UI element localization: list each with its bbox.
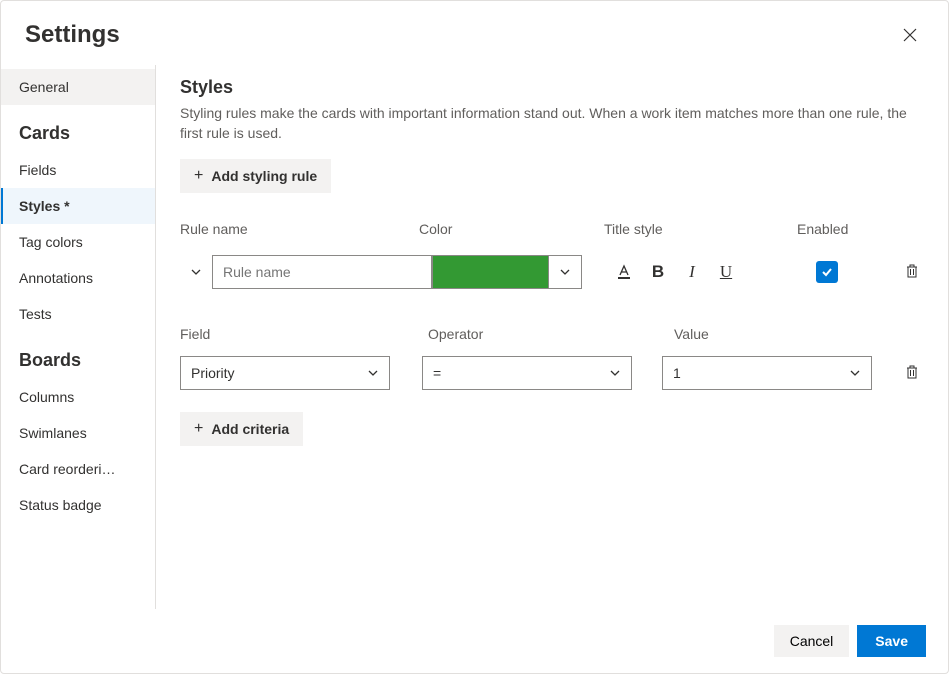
delete-rule-button[interactable] <box>900 259 924 286</box>
add-criteria-button[interactable]: + Add criteria <box>180 412 303 446</box>
save-button[interactable]: Save <box>857 625 926 657</box>
field-dropdown[interactable]: Priority <box>180 356 390 390</box>
chevron-down-icon <box>190 266 202 278</box>
operator-dropdown[interactable]: = <box>422 356 632 390</box>
sidebar-group-cards: Cards <box>1 105 155 152</box>
cancel-button[interactable]: Cancel <box>774 625 850 657</box>
close-button[interactable] <box>896 21 924 49</box>
sidebar-item-fields[interactable]: Fields <box>1 152 155 188</box>
add-styling-rule-button[interactable]: + Add styling rule <box>180 159 331 193</box>
bold-button[interactable]: B <box>646 260 670 284</box>
rule-name-input[interactable] <box>212 255 432 289</box>
chevron-down-icon <box>367 367 379 379</box>
value-value: 1 <box>673 365 681 381</box>
sidebar-item-tests[interactable]: Tests <box>1 296 155 332</box>
col-value: Value <box>674 326 894 342</box>
sidebar-item-styles[interactable]: Styles * <box>1 188 155 224</box>
underline-button[interactable]: U <box>714 260 738 284</box>
col-color: Color <box>419 221 604 237</box>
rule-row: B I U <box>180 237 924 304</box>
checkmark-icon <box>820 265 834 279</box>
sidebar: General Cards Fields Styles * Tag colors… <box>1 65 156 609</box>
font-color-icon <box>615 263 633 281</box>
dialog-title: Settings <box>25 21 120 49</box>
col-rule-name: Rule name <box>180 221 419 237</box>
trash-icon <box>904 364 920 380</box>
sidebar-item-tag-colors[interactable]: Tag colors <box>1 224 155 260</box>
section-heading: Styles <box>180 77 924 98</box>
add-styling-rule-label: Add styling rule <box>211 168 317 184</box>
chevron-down-icon <box>559 266 571 278</box>
plus-icon: + <box>194 167 203 185</box>
value-dropdown[interactable]: 1 <box>662 356 872 390</box>
sidebar-item-status-badge[interactable]: Status badge <box>1 487 155 523</box>
add-criteria-label: Add criteria <box>211 421 289 437</box>
color-dropdown-button[interactable] <box>548 255 582 289</box>
main-panel: Styles Styling rules make the cards with… <box>156 65 948 609</box>
field-value: Priority <box>191 365 235 381</box>
color-swatch[interactable] <box>432 255 548 289</box>
chevron-down-icon <box>849 367 861 379</box>
sidebar-group-boards: Boards <box>1 332 155 379</box>
section-description: Styling rules make the cards with import… <box>180 104 924 143</box>
operator-value: = <box>433 365 441 381</box>
plus-icon: + <box>194 420 203 438</box>
col-enabled: Enabled <box>797 221 907 237</box>
enabled-checkbox[interactable] <box>816 261 838 283</box>
col-operator: Operator <box>428 326 674 342</box>
col-field: Field <box>180 326 428 342</box>
chevron-down-icon <box>609 367 621 379</box>
criteria-row: Priority = 1 <box>180 356 924 390</box>
italic-button[interactable]: I <box>680 260 704 284</box>
sidebar-item-card-reordering[interactable]: Card reorderi… <box>1 451 155 487</box>
sidebar-item-swimlanes[interactable]: Swimlanes <box>1 415 155 451</box>
sidebar-item-columns[interactable]: Columns <box>1 379 155 415</box>
sidebar-item-general[interactable]: General <box>1 69 155 105</box>
trash-icon <box>904 263 920 279</box>
close-icon <box>902 27 918 43</box>
expand-toggle[interactable] <box>180 266 212 278</box>
font-color-button[interactable] <box>612 260 636 284</box>
sidebar-item-annotations[interactable]: Annotations <box>1 260 155 296</box>
col-title-style: Title style <box>604 221 797 237</box>
delete-criteria-button[interactable] <box>900 360 924 387</box>
